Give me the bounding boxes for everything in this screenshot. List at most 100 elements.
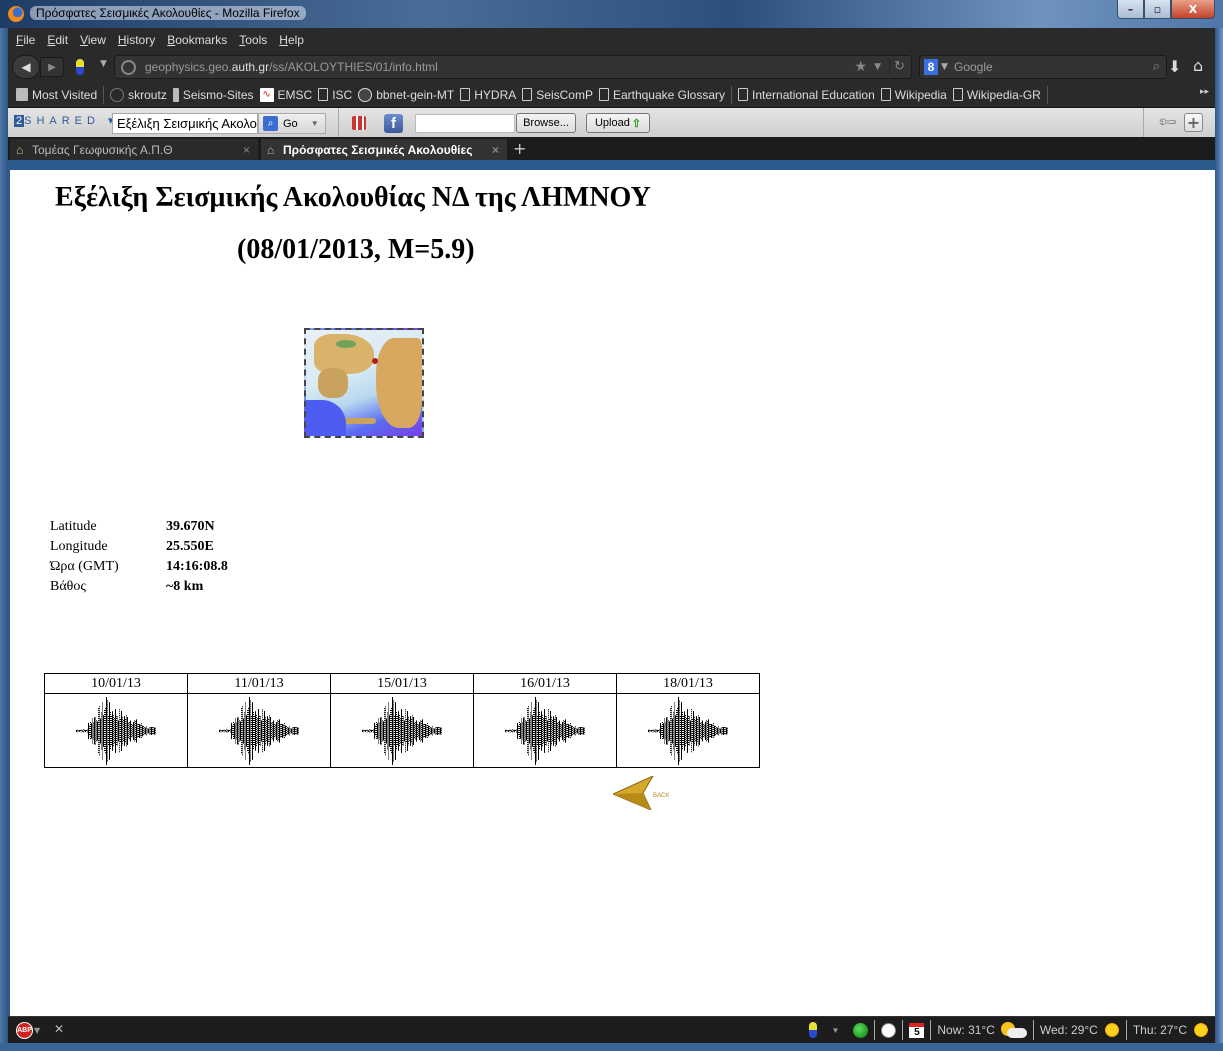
date-cell: 10/01/13 <box>44 673 188 694</box>
gift-icon[interactable] <box>352 116 366 130</box>
map-sea <box>306 400 346 436</box>
bookmark-most-visited[interactable]: Most Visited <box>16 88 97 102</box>
date-cell: 15/01/13 <box>330 673 474 694</box>
tab-recent-sequences[interactable]: ⌂ Πρόσφατες Σεισμικές Ακολουθίες × <box>261 139 507 160</box>
url-text[interactable]: geophysics.geo.auth.gr/ss/AKOLOYTHIES/01… <box>145 60 438 74</box>
status-dropdown-icon[interactable]: ▼ <box>831 1026 839 1035</box>
bookmark-earthquake-glossary[interactable]: Earthquake Glossary <box>598 87 726 102</box>
bookmark-label: Wikipedia <box>894 87 947 102</box>
bookmark-international-education[interactable]: International Education <box>738 88 875 102</box>
maximize-button[interactable]: ▫ <box>1144 0 1171 19</box>
menu-tools[interactable]: Tools <box>239 33 267 47</box>
info-row-depth: Βάθος ~8 km <box>50 579 228 599</box>
seismogram-link[interactable] <box>473 693 617 768</box>
upload-label: Upload <box>594 117 630 129</box>
close-tab-icon[interactable]: × <box>492 143 499 157</box>
bookmarks-toolbar: Most Visited skroutz Seismo-Sites ∿ EMSC … <box>8 82 1215 107</box>
bookmark-wikipedia-gr[interactable]: Wikipedia-GR <box>952 88 1041 102</box>
menu-file[interactable]: File <box>16 33 35 47</box>
engine-dropdown-icon[interactable]: ▼ <box>941 62 948 72</box>
adblock-plus-icon[interactable]: ABP <box>16 1022 33 1039</box>
2shared-toolbar: 2SHARED ▾ Εξέλιξη Σεισμικής Ακολουθίας ⌕… <box>8 107 1215 138</box>
seismogram-icon <box>76 696 156 765</box>
back-button[interactable]: ◀ <box>12 55 40 79</box>
seismogram-link[interactable] <box>187 693 331 768</box>
upload-button[interactable]: Upload ⇧ <box>586 113 650 133</box>
green-status-icon[interactable] <box>853 1022 869 1038</box>
download-icon[interactable]: ⬇ <box>1168 57 1181 76</box>
info-value: 14:16:08.8 <box>166 559 228 574</box>
seismogram-link[interactable] <box>330 693 474 768</box>
new-tab-button[interactable]: + <box>513 139 526 158</box>
browse-button[interactable]: Browse... <box>516 113 576 133</box>
info-label: Latitude <box>50 519 97 534</box>
url-prefix: geophysics.geo. <box>145 60 232 74</box>
tab-label: Πρόσφατες Σεισμικές Ακολουθίες <box>283 142 473 157</box>
forward-button[interactable]: ▶ <box>40 57 64 77</box>
bookmark-bbnet-gein-mt[interactable]: bbnet-gein-MT <box>358 87 454 102</box>
bookmark-star-icon[interactable]: ★ <box>854 59 867 75</box>
facebook-icon[interactable]: f <box>384 114 403 133</box>
history-dropdown-icon[interactable]: ▼ <box>100 59 107 69</box>
site-identity-icon[interactable] <box>121 60 136 75</box>
seismogram-link[interactable] <box>44 693 188 768</box>
url-dropdown-icon[interactable]: ▼ <box>874 62 881 72</box>
browser-chrome: File Edit View History Bookmarks Tools H… <box>8 28 1215 160</box>
add-toolbar-button[interactable]: + <box>1184 113 1203 132</box>
bookmark-skroutz[interactable]: skroutz <box>110 87 167 102</box>
bookmark-seiscomp[interactable]: SeisComP <box>522 88 593 102</box>
2shared-go-button[interactable]: ⌕ Go ▼ <box>258 113 326 134</box>
date-cell: 18/01/13 <box>616 673 760 694</box>
page-title: Εξέλιξη Σεισμικής Ακολουθίας ΝΔ της ΛΗΜΝ… <box>55 182 651 213</box>
event-info: Latitude 39.670N Longitude 25.550E Ώρα (… <box>50 519 228 599</box>
bookmark-isc[interactable]: ISC <box>318 88 352 102</box>
reload-icon[interactable]: ↻ <box>889 59 905 74</box>
close-addon-bar-icon[interactable]: ✕ <box>54 1022 64 1036</box>
weather-wed[interactable]: Wed: 29°C <box>1040 1023 1098 1037</box>
file-path-input[interactable] <box>415 114 515 133</box>
calendar-icon[interactable]: 5 <box>909 1022 925 1038</box>
google-engine-icon[interactable]: 8 <box>924 59 938 75</box>
bookmark-label: Earthquake Glossary <box>612 87 726 102</box>
menu-edit[interactable]: Edit <box>47 33 68 47</box>
search-bar[interactable]: 8 ▼ Google ⌕ <box>919 55 1167 79</box>
weather-now[interactable]: Now: 31°C <box>937 1023 995 1037</box>
bookmark-wikipedia[interactable]: Wikipedia <box>880 87 947 102</box>
adblock-dropdown-icon[interactable]: ▼ <box>34 1026 40 1035</box>
2shared-search-input[interactable]: Εξέλιξη Σεισμικής Ακολουθίας <box>112 113 258 134</box>
bookmark-label: ISC <box>332 87 353 102</box>
search-icon[interactable]: ⌕ <box>1153 59 1160 74</box>
menu-help[interactable]: Help <box>279 33 304 47</box>
window-frame-bottom <box>0 1043 1223 1051</box>
weather-thu[interactable]: Thu: 27°C <box>1133 1023 1187 1037</box>
seismogram-icon <box>362 696 442 765</box>
tab-geophysics-dept[interactable]: ⌂ Τομέας Γεωφυσικής Α.Π.Θ × <box>10 139 258 160</box>
go-dropdown-icon[interactable]: ▼ <box>311 119 319 128</box>
url-path: /ss/AKOLOYTHIES/01/info.html <box>269 60 438 74</box>
url-bar[interactable]: geophysics.geo.auth.gr/ss/AKOLOYTHIES/01… <box>114 55 912 79</box>
sun-icon <box>1193 1022 1209 1038</box>
home-icon[interactable]: ⌂ <box>1193 56 1203 75</box>
search-placeholder: Google <box>954 60 993 74</box>
bookmark-hydra[interactable]: HYDRA <box>460 88 516 102</box>
page-icon <box>880 88 891 101</box>
seismogram-link[interactable] <box>616 693 760 768</box>
close-window-button[interactable]: X <box>1171 0 1215 19</box>
2shared-logo[interactable]: 2 SHARED ▾ <box>14 114 119 127</box>
info-row-latitude: Latitude 39.670N <box>50 519 228 539</box>
epicenter-map-image[interactable] <box>304 328 424 438</box>
more-bookmarks-chevron-icon[interactable]: ▸▸ <box>1200 87 1209 97</box>
home-favicon-icon: ⌂ <box>267 142 275 157</box>
traffic-light-icon[interactable] <box>809 1022 818 1038</box>
clock-icon[interactable] <box>881 1022 897 1038</box>
menu-view[interactable]: View <box>80 33 106 47</box>
back-arrow-button[interactable]: BACK <box>613 776 677 810</box>
menu-history[interactable]: History <box>118 33 155 47</box>
close-tab-icon[interactable]: × <box>243 143 250 157</box>
menu-bookmarks[interactable]: Bookmarks <box>167 33 227 47</box>
bookmark-emsc[interactable]: ∿ EMSC <box>259 87 312 102</box>
minimize-button[interactable]: – <box>1117 0 1144 19</box>
wrench-icon[interactable]: 🔧︎ <box>1157 111 1179 133</box>
traffic-light-extension-icon[interactable] <box>76 59 84 75</box>
bookmark-seismo-sites[interactable]: Seismo-Sites <box>172 87 254 102</box>
